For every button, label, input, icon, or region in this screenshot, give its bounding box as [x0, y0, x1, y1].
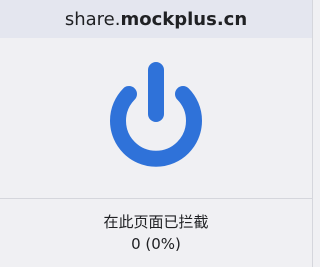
domain-prefix: share. — [64, 8, 121, 30]
power-icon[interactable] — [98, 60, 214, 176]
site-domain-header: share. mockplus.cn — [0, 0, 312, 38]
blocked-label: 在此页面已拦截 — [103, 213, 209, 231]
blocked-stats: 在此页面已拦截 0 (0%) — [0, 199, 312, 267]
blocker-popup: share. mockplus.cn 在此页面已拦截 0 (0%) — [0, 0, 313, 267]
domain-host: mockplus.cn — [120, 8, 248, 30]
power-toggle-area — [0, 38, 312, 198]
blocked-count: 0 (0%) — [131, 235, 181, 253]
